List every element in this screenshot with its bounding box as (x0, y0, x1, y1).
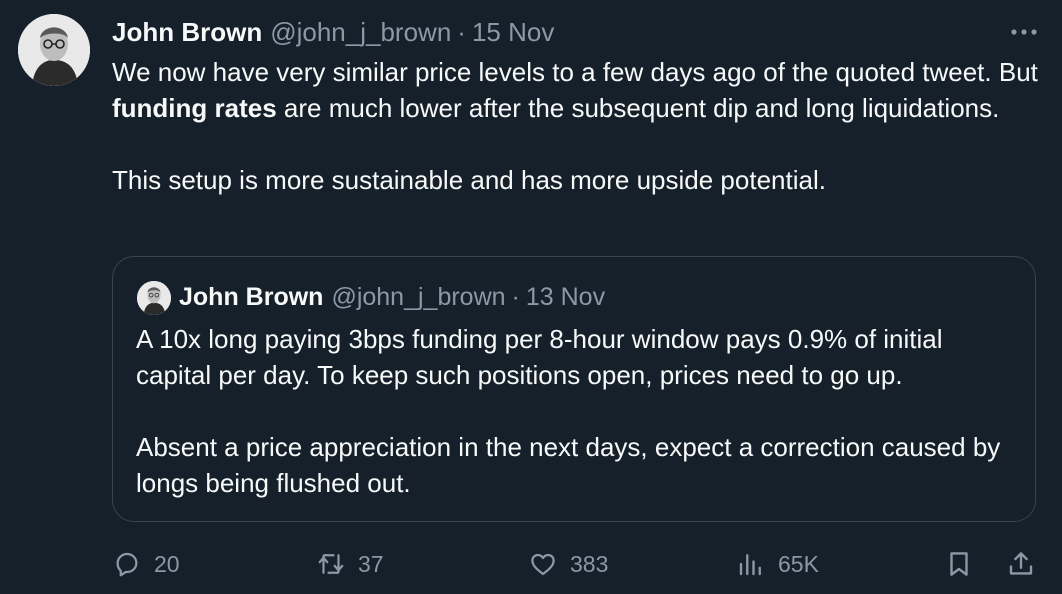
header-separator: · (457, 16, 466, 47)
tweet-text-segment: are much lower after the subsequent dip … (276, 93, 1000, 123)
share-button[interactable] (1006, 544, 1036, 584)
author-name[interactable]: John Brown (112, 17, 262, 48)
share-icon (1009, 552, 1033, 575)
reply-icon (116, 552, 138, 577)
bookmark-button[interactable] (944, 544, 974, 584)
bookmark-icon (950, 552, 968, 576)
analytics-icon (739, 554, 761, 576)
quoted-author-handle: @john_j_brown (331, 282, 506, 311)
quoted-tweet-text: A 10x long paying 3bps funding per 8-hou… (136, 321, 1016, 501)
tweet-paragraph-2: This setup is more sustainable and has m… (112, 165, 826, 195)
tweet-date[interactable]: 15 Nov (472, 17, 554, 48)
tweet-header: John Brown @john_j_brown · 15 Nov (112, 14, 554, 50)
quoted-paragraph-2: Absent a price appreciation in the next … (136, 432, 1001, 498)
action-bar: 20 37 383 65K (112, 544, 1042, 584)
views-button[interactable]: 65K (736, 544, 819, 584)
header-separator: · (511, 282, 520, 311)
more-options-button[interactable] (1004, 18, 1044, 46)
quoted-author-avatar (137, 281, 171, 315)
author-avatar[interactable] (18, 14, 90, 86)
heart-icon (531, 553, 555, 576)
view-count: 65K (778, 550, 819, 577)
quoted-tweet-date: 13 Nov (525, 282, 606, 311)
quoted-author-name: John Brown (179, 282, 324, 311)
tweet-text: We now have very similar price levels to… (112, 54, 1047, 198)
quoted-tweet[interactable]: John Brown @john_j_brown · 13 Nov A 10x … (112, 256, 1036, 522)
more-dots-icon (1011, 29, 1037, 35)
tweet-paragraph-1: We now have very similar price levels to… (112, 54, 1047, 126)
tweet[interactable]: John Brown @john_j_brown · 15 Nov We now… (0, 0, 1062, 594)
reply-button[interactable]: 20 (112, 544, 180, 584)
author-handle[interactable]: @john_j_brown (270, 17, 451, 48)
quoted-tweet-header: John Brown @john_j_brown · 13 Nov (179, 279, 605, 315)
retweet-count: 37 (358, 550, 384, 577)
bold-phrase: funding rates (112, 93, 277, 123)
retweet-icon (318, 554, 344, 574)
retweet-button[interactable]: 37 (316, 544, 384, 584)
like-button[interactable]: 383 (528, 544, 608, 584)
reply-count: 20 (154, 550, 180, 577)
quoted-paragraph-1: A 10x long paying 3bps funding per 8-hou… (136, 324, 943, 390)
avatar-portrait-icon (18, 14, 90, 86)
tweet-text-segment: We now have very similar price levels to… (112, 57, 1038, 87)
like-count: 383 (570, 550, 609, 577)
avatar-portrait-icon (137, 281, 171, 315)
